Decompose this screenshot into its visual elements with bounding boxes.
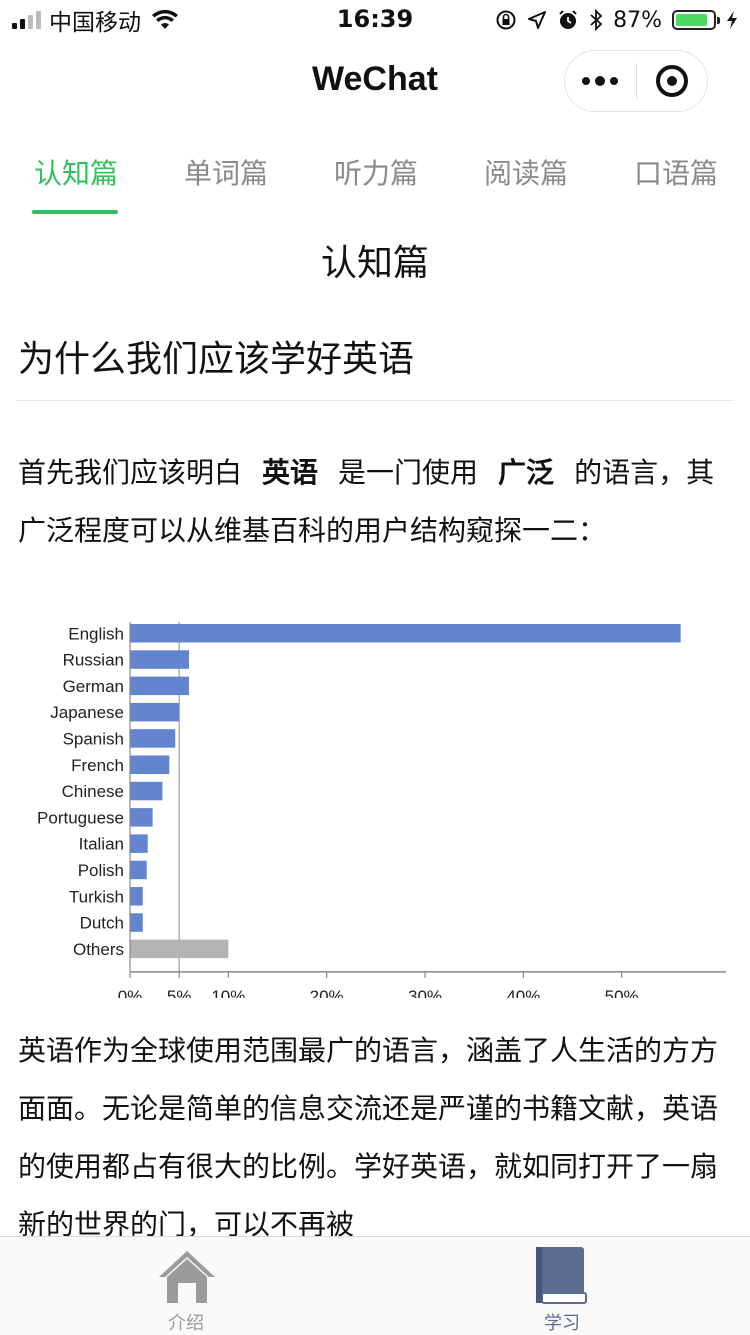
x-tick-label-30: 30%: [408, 987, 442, 998]
x-tick-label-10: 10%: [211, 987, 245, 998]
article-content[interactable]: 认知篇 为什么我们应该学好英语 首先我们应该明白 英语 是一门使用 广泛 的语言，其广泛…: [0, 218, 750, 1236]
tabbar-item-intro[interactable]: 介绍: [96, 1237, 276, 1335]
language-share-chart: English Russian German Japanese Spanish Frenc…: [18, 618, 730, 998]
x-tick-label-50: 50%: [605, 987, 639, 998]
active-tab-indicator: [32, 210, 118, 214]
category-label-chinese: Chinese: [62, 782, 124, 801]
battery-percent: 87%: [613, 7, 662, 33]
category-label-turkish: Turkish: [69, 887, 124, 906]
bar-dutch: [130, 913, 143, 932]
orientation-lock-icon: [496, 10, 516, 30]
category-label-german: German: [63, 677, 124, 696]
page-title: 认知篇: [320, 243, 429, 284]
bar-others: [130, 939, 229, 959]
x-tick-label-40: 40%: [506, 987, 540, 998]
tab-listening[interactable]: 听力篇: [334, 152, 418, 192]
bar-italian: [130, 834, 148, 853]
bar-polish: [130, 860, 147, 880]
category-label-french: French: [71, 756, 124, 775]
category-label-dutch: Dutch: [80, 914, 124, 933]
location-icon: [528, 11, 547, 29]
status-right: 87%: [495, 6, 738, 34]
book-icon: [536, 1247, 587, 1304]
tab-speaking[interactable]: 口语篇: [634, 152, 718, 192]
more-dots-icon: [582, 77, 591, 85]
close-button[interactable]: [637, 50, 708, 112]
tab-cognition[interactable]: 认知篇: [34, 152, 118, 192]
bold-widely: 广泛: [498, 456, 555, 489]
nav-bar: WeChat: [0, 40, 750, 128]
tab-vocabulary[interactable]: 单词篇: [184, 152, 268, 192]
bar-japanese: [130, 702, 180, 722]
tabbar-label-intro: 介绍: [168, 1313, 204, 1334]
battery-level: [676, 14, 707, 26]
tab-reading[interactable]: 阅读篇: [484, 152, 568, 192]
x-tick-label-20: 20%: [310, 987, 344, 998]
section-divider: [16, 400, 734, 401]
tabbar-item-study[interactable]: 学习: [472, 1237, 652, 1335]
bar-german: [130, 676, 189, 696]
bar-turkish: [130, 887, 143, 906]
bar-spanish: [130, 729, 176, 748]
bar-chinese: [130, 781, 163, 801]
x-tick-label-0: 0%: [118, 987, 143, 998]
bold-english: 英语: [262, 456, 319, 489]
category-tabs: 认知篇 单词篇 听力篇 阅读篇 口语篇: [0, 128, 750, 218]
intro-text-1: 首先我们应该明白: [18, 456, 243, 489]
category-label-spanish: Spanish: [63, 729, 124, 748]
bar-russian: [130, 650, 189, 669]
more-button[interactable]: [565, 50, 636, 112]
mini-program-capsule: [564, 50, 708, 112]
close-circle-icon: [655, 65, 688, 97]
intro-paragraph: 首先我们应该明白 英语 是一门使用 广泛 的语言，其广泛程度可以从维基百科的用户结构窥探…: [18, 444, 730, 560]
category-label-polish: Polish: [78, 861, 124, 880]
home-icon: [159, 1251, 215, 1303]
x-tick-label-5: 5%: [167, 987, 192, 998]
battery-icon: [672, 10, 720, 30]
category-label-japanese: Japanese: [50, 703, 124, 722]
bar-english: [130, 624, 681, 643]
charging-icon: [727, 11, 737, 29]
bar-french: [130, 755, 170, 774]
category-label-english: English: [68, 624, 124, 643]
category-label-others: Others: [73, 940, 124, 959]
category-label-italian: Italian: [79, 835, 124, 854]
tabbar-label-study: 学习: [544, 1313, 580, 1334]
bluetooth-icon: [590, 9, 603, 31]
bottom-tab-bar: 介绍 学习: [0, 1236, 750, 1335]
section-title: 为什么我们应该学好英语: [18, 339, 415, 380]
category-label-portuguese: Portuguese: [37, 808, 124, 827]
category-label-russian: Russian: [63, 651, 124, 670]
intro-text-2: 是一门使用: [338, 456, 479, 489]
bar-chart-svg: English Russian German Japanese Spanish Frenc…: [37, 622, 726, 998]
status-bar: 中国移动 16:39 87%: [0, 0, 750, 40]
bar-portuguese: [130, 808, 153, 827]
body-paragraph: 英语作为全球使用范围最广的语言，涵盖了人生活的方方面面。无论是简单的信息交流还是…: [18, 1034, 719, 1236]
alarm-icon: [559, 10, 577, 29]
